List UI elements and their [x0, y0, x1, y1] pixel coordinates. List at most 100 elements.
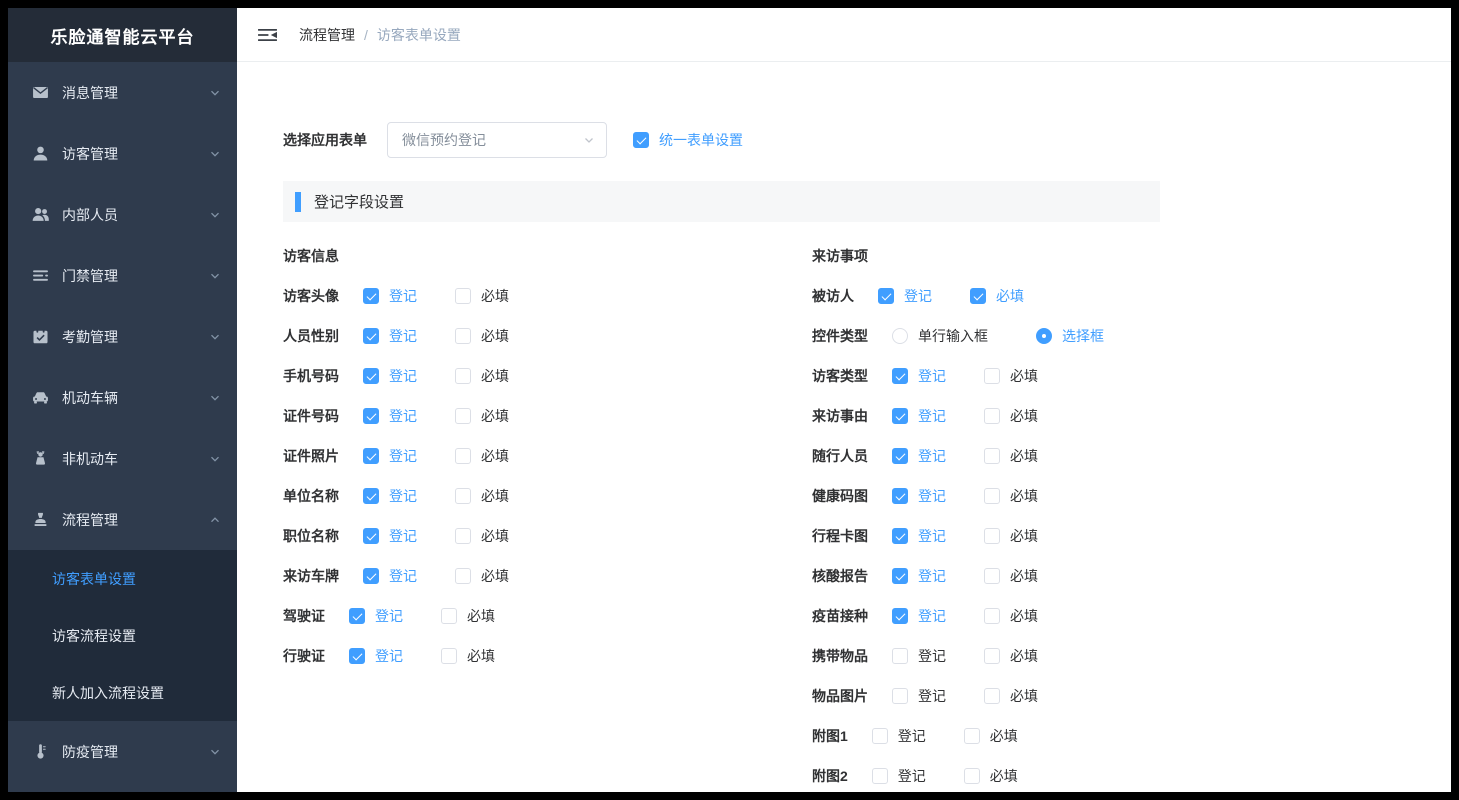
field-label: 随行人员: [812, 446, 868, 466]
register-checkbox[interactable]: 登记: [363, 486, 417, 506]
field-label: 来访事由: [812, 406, 868, 426]
register-checkbox[interactable]: 登记: [363, 446, 417, 466]
checkbox-box: [892, 488, 908, 504]
thermometer-icon: [32, 743, 49, 760]
register-checkbox[interactable]: 登记: [872, 726, 926, 746]
register-checkbox[interactable]: 登记: [892, 526, 946, 546]
sidebar-item[interactable]: 流程管理: [8, 489, 237, 550]
sidebar-item[interactable]: 门禁管理: [8, 245, 237, 306]
checkbox-label: 必填: [1010, 366, 1038, 386]
required-checkbox[interactable]: 必填: [455, 566, 509, 586]
checkbox-box: [363, 448, 379, 464]
register-checkbox[interactable]: 登记: [363, 366, 417, 386]
register-checkbox[interactable]: 登记: [892, 566, 946, 586]
checkbox-box: [984, 488, 1000, 504]
required-checkbox[interactable]: 必填: [964, 726, 1018, 746]
required-checkbox[interactable]: 必填: [964, 766, 1018, 786]
required-checkbox[interactable]: 必填: [455, 326, 509, 346]
content: 选择应用表单 微信预约登记 统一表单设置 登记字段设置: [237, 62, 1451, 792]
sidebar: 乐脸通智能云平台 消息管理访客管理内部人员门禁管理考勤管理机动车辆非机动车流程管…: [8, 8, 237, 792]
required-checkbox[interactable]: 必填: [984, 366, 1038, 386]
breadcrumb: 流程管理 / 访客表单设置: [299, 25, 461, 45]
required-checkbox[interactable]: 必填: [455, 406, 509, 426]
sidebar-collapse-icon[interactable]: [258, 27, 277, 43]
register-checkbox[interactable]: 登记: [363, 526, 417, 546]
required-checkbox[interactable]: 必填: [984, 646, 1038, 666]
register-checkbox[interactable]: 登记: [892, 486, 946, 506]
required-checkbox[interactable]: 必填: [441, 606, 495, 626]
sidebar-subitem[interactable]: 新人加入流程设置: [8, 664, 237, 721]
sidebar-item[interactable]: 考勤管理: [8, 306, 237, 367]
register-checkbox[interactable]: 登记: [892, 646, 946, 666]
checkbox-label: 必填: [481, 366, 509, 386]
required-checkbox[interactable]: 必填: [441, 646, 495, 666]
sidebar-item-label: 消息管理: [62, 83, 209, 103]
checkbox-box: [984, 408, 1000, 424]
checkbox-box: [363, 488, 379, 504]
checkbox-box: [970, 288, 986, 304]
sidebar-item-label: 考勤管理: [62, 327, 209, 347]
sidebar-item[interactable]: 非机动车: [8, 428, 237, 489]
app-title: 乐脸通智能云平台: [8, 8, 237, 62]
sidebar-item[interactable]: 机动车辆: [8, 367, 237, 428]
register-checkbox[interactable]: 登记: [892, 606, 946, 626]
application-form-select[interactable]: 微信预约登记: [387, 122, 607, 158]
checkbox-box: [455, 328, 471, 344]
sidebar-item[interactable]: 内部人员: [8, 184, 237, 245]
register-checkbox[interactable]: 登记: [363, 286, 417, 306]
chevron-down-icon: [209, 392, 221, 404]
sidebar-subitem[interactable]: 访客流程设置: [8, 607, 237, 664]
message-icon: [32, 84, 49, 101]
required-checkbox[interactable]: 必填: [984, 686, 1038, 706]
sidebar-item[interactable]: 访客管理: [8, 123, 237, 184]
chevron-up-icon: [209, 514, 221, 526]
register-checkbox[interactable]: 登记: [363, 406, 417, 426]
checkbox-label: 必填: [1010, 446, 1038, 466]
register-checkbox[interactable]: 登记: [872, 766, 926, 786]
sidebar-item-label: 非机动车: [62, 449, 209, 469]
required-checkbox[interactable]: 必填: [984, 526, 1038, 546]
checkbox-label: 必填: [481, 566, 509, 586]
register-checkbox[interactable]: 登记: [892, 406, 946, 426]
field-label: 被访人: [812, 286, 854, 306]
register-checkbox[interactable]: 登记: [892, 446, 946, 466]
field-row: 行驶证登记必填: [283, 636, 812, 676]
required-checkbox[interactable]: 必填: [984, 486, 1038, 506]
field-row: 健康码图登记必填: [812, 476, 1104, 516]
register-checkbox[interactable]: 登记: [349, 606, 403, 626]
control-type-radio[interactable]: 单行输入框: [892, 326, 988, 346]
unified-form-checkbox[interactable]: 统一表单设置: [633, 130, 743, 150]
required-checkbox[interactable]: 必填: [455, 446, 509, 466]
field-label: 携带物品: [812, 646, 868, 666]
required-checkbox[interactable]: 必填: [984, 446, 1038, 466]
register-checkbox[interactable]: 登记: [878, 286, 932, 306]
field-label: 访客类型: [812, 366, 868, 386]
breadcrumb-parent[interactable]: 流程管理: [299, 25, 355, 45]
sidebar-subitem[interactable]: 访客表单设置: [8, 550, 237, 607]
field-label: 行程卡图: [812, 526, 868, 546]
field-row: 访客类型 登记 必填: [812, 356, 1104, 396]
form-select-row: 选择应用表单 微信预约登记 统一表单设置: [283, 122, 1451, 158]
required-checkbox[interactable]: 必填: [984, 566, 1038, 586]
required-checkbox[interactable]: 必填: [984, 406, 1038, 426]
required-checkbox[interactable]: 必填: [455, 366, 509, 386]
required-checkbox[interactable]: 必填: [970, 286, 1024, 306]
checkbox-label: 登记: [389, 326, 417, 346]
required-checkbox[interactable]: 必填: [455, 286, 509, 306]
sidebar-item[interactable]: 消息管理: [8, 62, 237, 123]
register-checkbox[interactable]: 登记: [363, 566, 417, 586]
checkbox-box: [892, 368, 908, 384]
required-checkbox[interactable]: 必填: [455, 486, 509, 506]
checkbox-box: [984, 368, 1000, 384]
register-checkbox[interactable]: 登记: [363, 326, 417, 346]
checkbox-box: [455, 568, 471, 584]
field-row: 携带物品 登记 必填: [812, 636, 1104, 676]
required-checkbox[interactable]: 必填: [984, 606, 1038, 626]
required-checkbox[interactable]: 必填: [455, 526, 509, 546]
sidebar-item[interactable]: 防疫管理: [8, 721, 237, 782]
register-checkbox[interactable]: 登记: [349, 646, 403, 666]
register-checkbox[interactable]: 登记: [892, 366, 946, 386]
register-checkbox[interactable]: 登记: [892, 686, 946, 706]
field-row: 疫苗接种登记必填: [812, 596, 1104, 636]
control-type-radio[interactable]: 选择框: [1036, 326, 1104, 346]
